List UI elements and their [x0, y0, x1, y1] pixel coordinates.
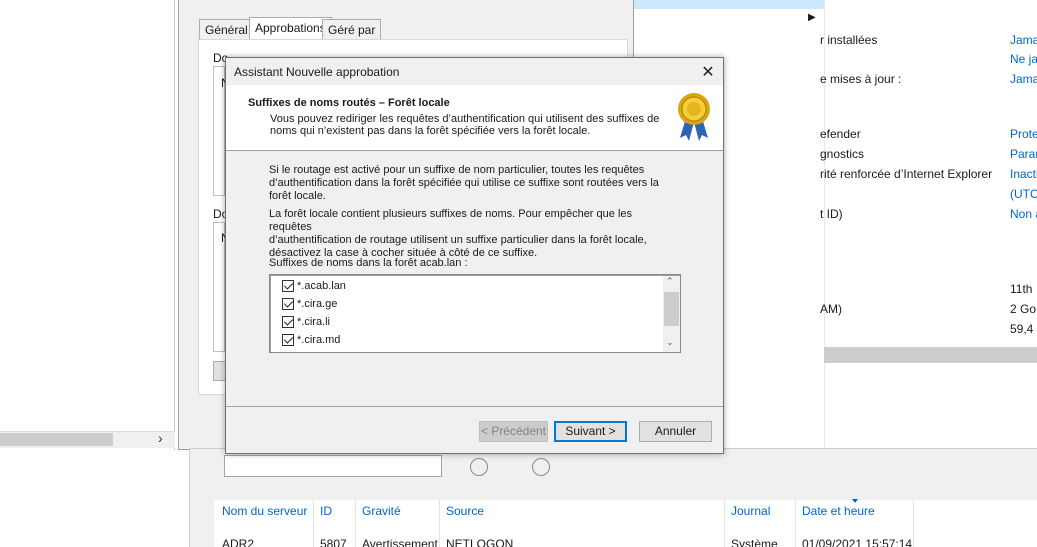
- property-value-link[interactable]: Jama: [1010, 33, 1037, 47]
- table-cell: Système: [731, 537, 778, 547]
- selected-row-highlight: [634, 0, 824, 9]
- table-cell: 5807: [320, 537, 347, 547]
- property-value: 2 Go: [1010, 302, 1037, 316]
- certificate-badge-icon: [678, 93, 710, 141]
- next-button[interactable]: Suivant >: [554, 421, 627, 442]
- tab-gere-par[interactable]: Géré par: [322, 19, 382, 40]
- property-value-link[interactable]: Param: [1010, 147, 1037, 161]
- table-cell: Avertissement: [362, 537, 438, 547]
- property-label: e mises à jour :: [820, 72, 902, 86]
- filter-options-icon[interactable]: [470, 458, 488, 476]
- cancel-button[interactable]: Annuler: [639, 421, 712, 442]
- property-label: efender: [820, 127, 861, 141]
- column-divider: [355, 500, 356, 547]
- left-scrollbar-thumb[interactable]: [0, 433, 113, 446]
- column-header-severity[interactable]: Gravité: [362, 504, 401, 518]
- checkbox[interactable]: [282, 334, 294, 346]
- property-value-link[interactable]: Ne ja: [1010, 52, 1037, 66]
- list-item[interactable]: *.cira.ge: [282, 298, 337, 310]
- list-item[interactable]: *.cira.md: [282, 334, 340, 346]
- divider: [226, 406, 723, 407]
- scroll-right-arrow-icon[interactable]: ›: [158, 430, 163, 446]
- property-value-link[interactable]: Non a: [1010, 207, 1037, 221]
- left-pane: [0, 0, 175, 450]
- column-header-date[interactable]: Date et heure: [802, 504, 875, 518]
- column-divider: [313, 500, 314, 547]
- list-item[interactable]: *.acab.lan: [282, 280, 346, 292]
- property-label: gnostics: [820, 147, 865, 161]
- property-value-link[interactable]: Inacti: [1010, 167, 1037, 181]
- info-paragraph: Si le routage est activé pour un suffixe…: [269, 164, 659, 202]
- tab-approbations[interactable]: Approbations: [249, 17, 332, 40]
- column-divider: [439, 500, 440, 547]
- filter-options-icon[interactable]: [532, 458, 550, 476]
- filter-input[interactable]: [224, 455, 442, 477]
- left-bottom-pane: [0, 450, 190, 547]
- column-header-server[interactable]: Nom du serveur: [222, 504, 307, 518]
- dialog-title: Assistant Nouvelle approbation: [234, 65, 400, 79]
- column-divider: [795, 500, 796, 547]
- property-value: 59,4: [1010, 322, 1034, 336]
- column-header-log[interactable]: Journal: [731, 504, 770, 518]
- expand-arrow-icon[interactable]: ▶: [808, 12, 816, 23]
- checkbox[interactable]: [282, 298, 294, 310]
- column-header-id[interactable]: ID: [320, 504, 332, 518]
- table-cell: 01/09/2021 15:57:14: [802, 537, 913, 547]
- property-value-link[interactable]: (UTC-: [1010, 187, 1037, 201]
- property-value: 11th: [1010, 282, 1033, 296]
- suffix-name: *.cira.li: [297, 316, 331, 328]
- table-cell: ADR2: [222, 537, 255, 547]
- suffix-name: *.cira.md: [297, 334, 341, 346]
- property-value-link[interactable]: Jama: [1010, 72, 1037, 86]
- column-divider: [913, 500, 914, 547]
- property-label: r installées: [820, 33, 878, 47]
- property-label: AM): [820, 302, 842, 316]
- scroll-down-icon[interactable]: ⌄: [666, 337, 674, 348]
- sort-desc-icon: [852, 499, 858, 503]
- info-paragraph: La forêt locale contient plusieurs suffi…: [269, 208, 647, 259]
- right-horizontal-scrollbar[interactable]: [824, 347, 1037, 363]
- column-header-source[interactable]: Source: [446, 504, 484, 518]
- list-label: Suffixes de noms dans la forêt acab.lan …: [269, 257, 468, 269]
- table-cell: NETLOGON: [446, 537, 514, 547]
- wizard-heading: Suffixes de noms routés – Forêt locale: [248, 97, 450, 109]
- suffix-name: *.cira.ge: [297, 298, 338, 310]
- wizard-subheading: Vous pouvez rediriger les requêtes d’aut…: [270, 113, 660, 137]
- list-item[interactable]: *.cira.li: [282, 316, 330, 328]
- checkbox[interactable]: [282, 316, 294, 328]
- property-value-link[interactable]: Prote: [1010, 127, 1037, 141]
- checkbox[interactable]: [282, 280, 294, 292]
- listbox-scrollbar-thumb[interactable]: [664, 292, 679, 326]
- suffix-name: *.acab.lan: [297, 280, 346, 292]
- scroll-up-icon[interactable]: ⌃: [666, 276, 674, 287]
- property-label: rité renforcée d’Internet Explorer: [820, 167, 993, 181]
- close-icon[interactable]: ✕: [700, 62, 716, 82]
- property-label: t ID): [820, 207, 843, 221]
- pane-divider: [824, 0, 825, 450]
- previous-button[interactable]: < Précédent: [479, 421, 548, 442]
- column-divider: [724, 500, 725, 547]
- tab-general[interactable]: Général: [199, 19, 254, 40]
